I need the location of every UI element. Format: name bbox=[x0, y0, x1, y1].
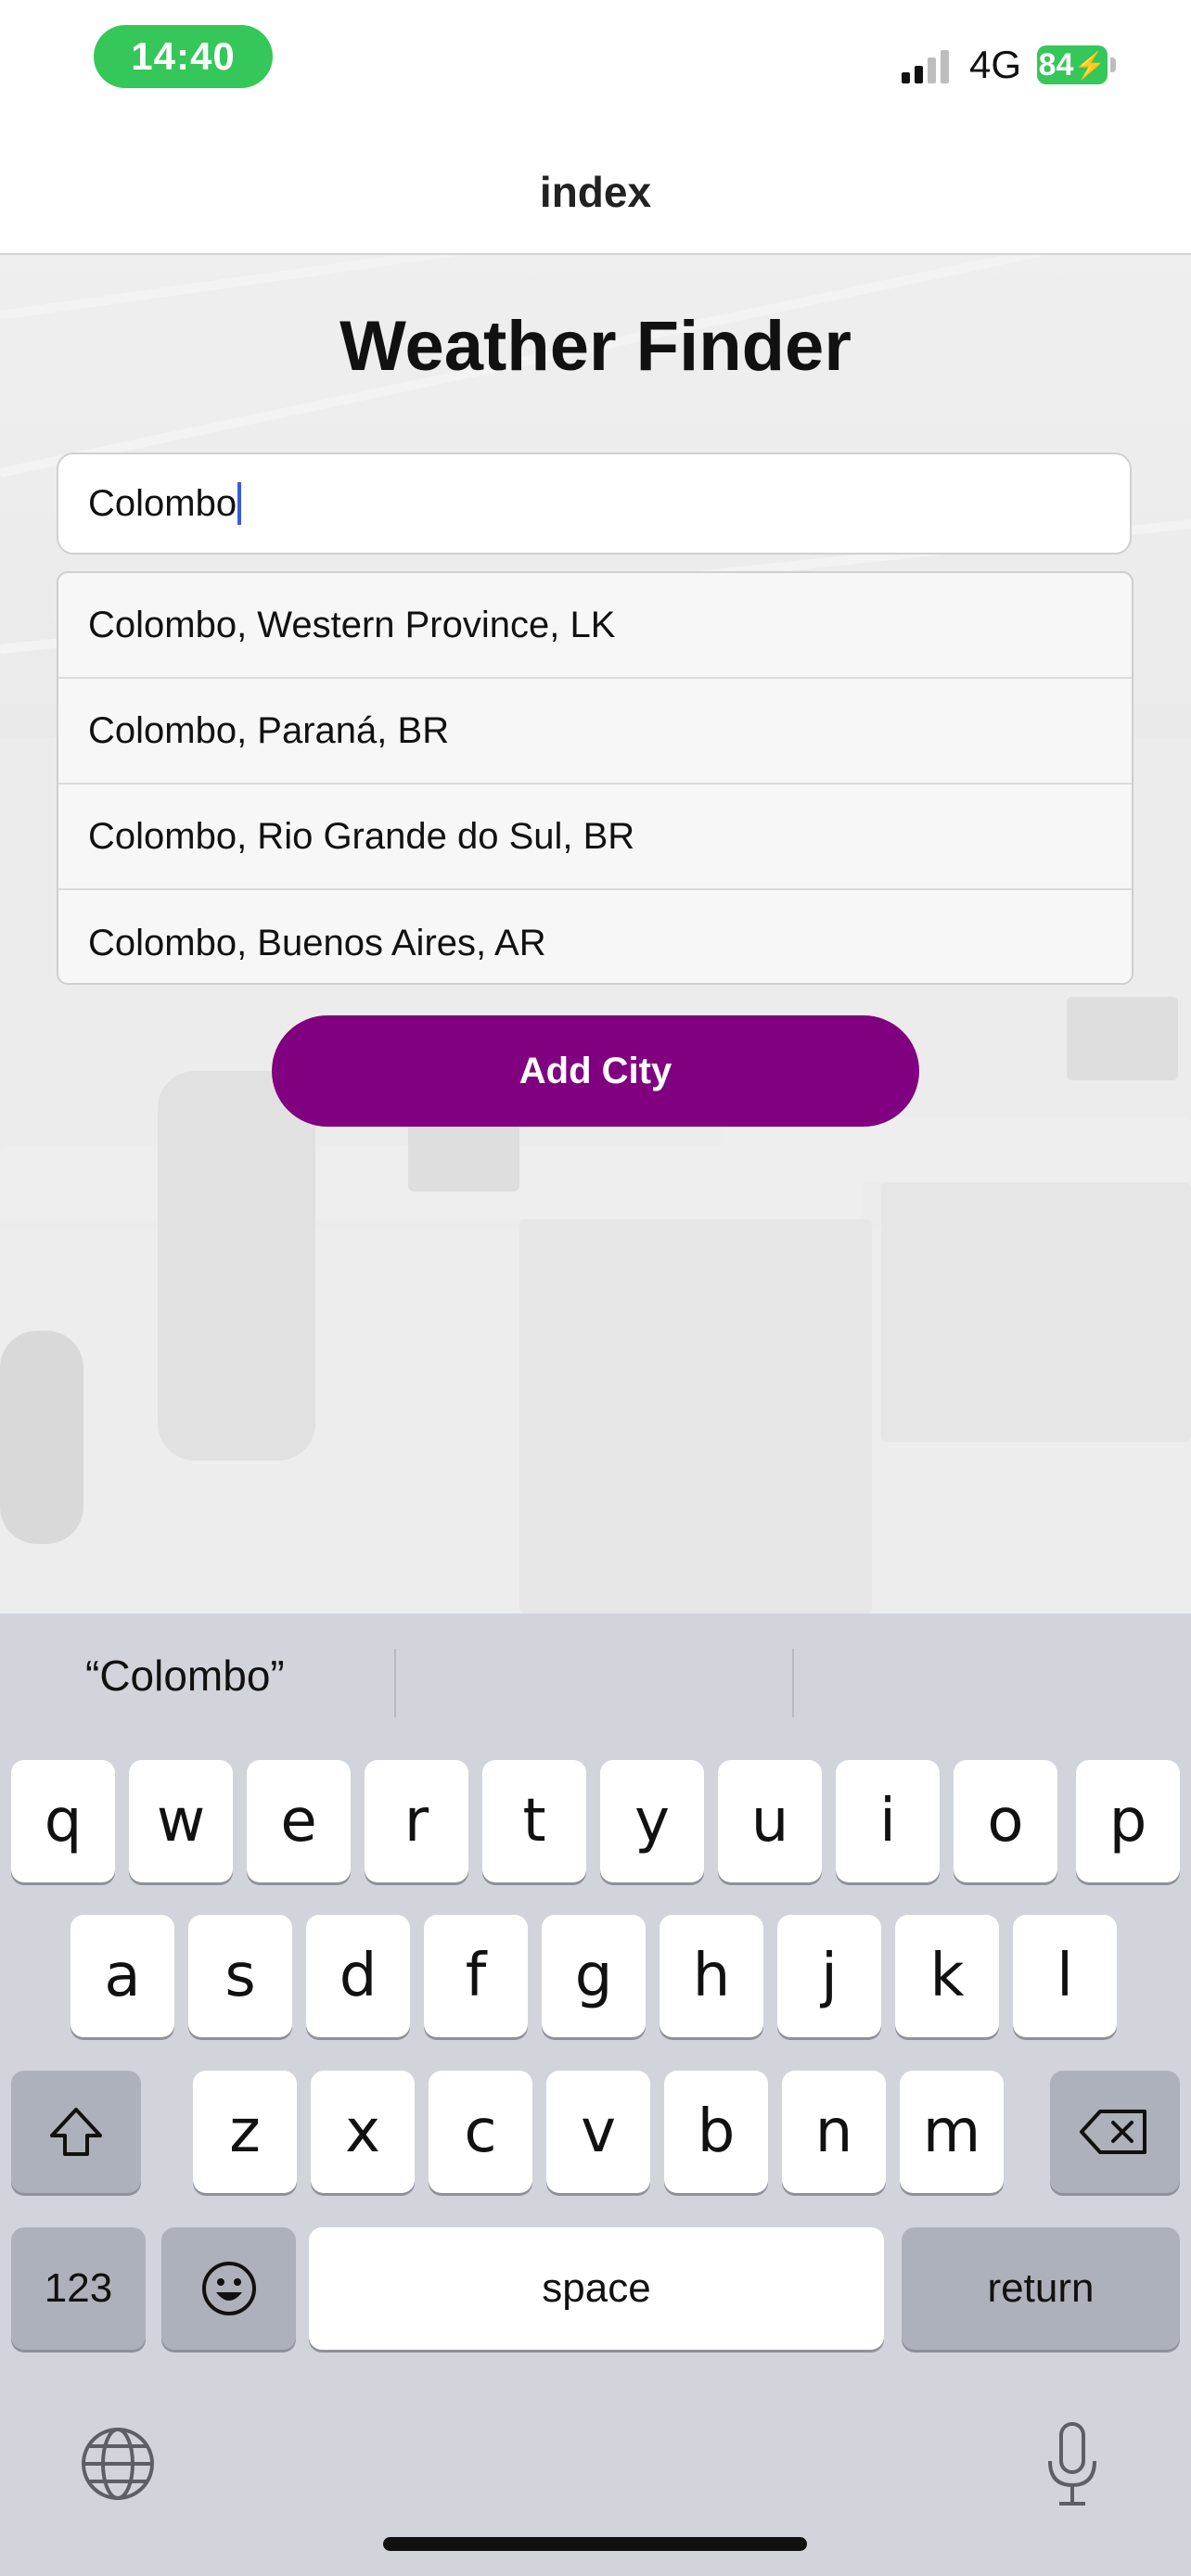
key-l[interactable]: l bbox=[1013, 1915, 1117, 2037]
add-city-button[interactable]: Add City bbox=[272, 1015, 919, 1127]
key-v[interactable]: v bbox=[546, 2071, 650, 2193]
status-time: 14:40 bbox=[94, 25, 273, 88]
battery-icon: 84 ⚡ bbox=[1037, 45, 1108, 84]
key-s[interactable]: s bbox=[188, 1915, 292, 2037]
signal-icon bbox=[902, 50, 949, 83]
key-n[interactable]: n bbox=[782, 2071, 886, 2193]
battery-tip bbox=[1110, 57, 1116, 72]
suggestion-item[interactable]: Colombo, Paraná, BR bbox=[58, 679, 1132, 784]
key-x[interactable]: x bbox=[311, 2071, 415, 2193]
key-a[interactable]: a bbox=[70, 1915, 174, 2037]
backspace-key[interactable] bbox=[1050, 2071, 1180, 2193]
key-m[interactable]: m bbox=[900, 2071, 1004, 2193]
prediction-divider bbox=[394, 1649, 396, 1717]
network-type: 4G bbox=[969, 43, 1022, 86]
city-search-input[interactable]: Colombo bbox=[57, 453, 1132, 555]
emoji-key[interactable] bbox=[161, 2227, 296, 2350]
keyboard: “Colombo” q w e r t y u i o p a s d f g … bbox=[0, 1613, 1191, 2576]
suggestion-item[interactable]: Colombo, Rio Grande do Sul, BR bbox=[58, 784, 1132, 890]
key-h[interactable]: h bbox=[660, 1915, 763, 2037]
return-key[interactable]: return bbox=[902, 2227, 1180, 2350]
shift-key[interactable] bbox=[11, 2071, 141, 2193]
key-r[interactable]: r bbox=[365, 1760, 468, 1882]
status-bar: 14:40 4G 84 ⚡ bbox=[0, 0, 1191, 130]
nav-bar: index bbox=[0, 130, 1191, 255]
prediction-divider bbox=[792, 1649, 794, 1717]
battery-level: 84 bbox=[1038, 46, 1074, 83]
key-y[interactable]: y bbox=[600, 1760, 704, 1882]
key-f[interactable]: f bbox=[424, 1915, 528, 2037]
shift-icon bbox=[50, 2108, 102, 2156]
key-k[interactable]: k bbox=[895, 1915, 999, 2037]
microphone-icon[interactable] bbox=[1043, 2420, 1102, 2509]
key-w[interactable]: w bbox=[129, 1760, 233, 1882]
space-key[interactable]: space bbox=[309, 2227, 884, 2350]
text-cursor bbox=[237, 482, 242, 525]
key-e[interactable]: e bbox=[247, 1760, 351, 1882]
backspace-icon bbox=[1080, 2110, 1146, 2154]
key-q[interactable]: q bbox=[11, 1760, 115, 1882]
prediction-suggestion[interactable]: “Colombo” bbox=[85, 1651, 285, 1701]
key-u[interactable]: u bbox=[718, 1760, 822, 1882]
key-t[interactable]: t bbox=[482, 1760, 586, 1882]
key-z[interactable]: z bbox=[193, 2071, 297, 2193]
key-g[interactable]: g bbox=[542, 1915, 646, 2037]
suggestion-item[interactable]: Colombo, Buenos Aires, AR bbox=[58, 890, 1132, 983]
numbers-key[interactable]: 123 bbox=[11, 2227, 146, 2350]
home-indicator[interactable] bbox=[383, 2537, 807, 2551]
globe-icon[interactable] bbox=[80, 2426, 156, 2502]
search-input-value: Colombo bbox=[88, 482, 237, 524]
key-c[interactable]: c bbox=[429, 2071, 532, 2193]
key-j[interactable]: j bbox=[777, 1915, 881, 2037]
prediction-bar: “Colombo” bbox=[0, 1613, 1191, 1753]
key-p[interactable]: p bbox=[1076, 1760, 1180, 1882]
key-d[interactable]: d bbox=[306, 1915, 410, 2037]
nav-title: index bbox=[539, 167, 652, 216]
page-title: Weather Finder bbox=[339, 307, 852, 386]
key-o[interactable]: o bbox=[954, 1760, 1057, 1882]
suggestion-item[interactable]: Colombo, Western Province, LK bbox=[58, 573, 1132, 679]
emoji-icon bbox=[201, 2262, 256, 2315]
suggestion-list: Colombo, Western Province, LK Colombo, P… bbox=[57, 571, 1133, 985]
key-i[interactable]: i bbox=[836, 1760, 940, 1882]
key-b[interactable]: b bbox=[664, 2071, 768, 2193]
